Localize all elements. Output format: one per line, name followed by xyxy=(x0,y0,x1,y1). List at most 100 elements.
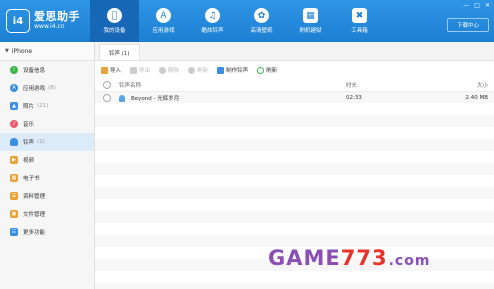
table-header: 铃声名称 时长 大小 xyxy=(95,79,494,92)
bell-icon xyxy=(10,138,18,146)
delete-icon xyxy=(159,66,167,74)
folder-icon: ▣ xyxy=(10,210,18,218)
sidebar-item-label: 文件管理 xyxy=(23,212,46,218)
sidebar-item-count: (1) xyxy=(37,139,45,145)
tool-label: 刷新 xyxy=(266,68,278,74)
sidebar-item-label: 资料管理 xyxy=(23,194,46,200)
logo-url: www.i4.cn xyxy=(34,23,65,30)
tool-label: 制作铃声 xyxy=(226,68,249,74)
sidebar-item-label: 电子书 xyxy=(23,176,40,182)
refresh-icon xyxy=(257,66,265,74)
sidebar-item-ebooks[interactable]: ▦ 电子书 xyxy=(0,169,94,187)
column-header-name[interactable]: 铃声名称 xyxy=(119,79,141,91)
row-checkbox[interactable] xyxy=(103,92,111,104)
sidebar-item-label: 视频 xyxy=(23,158,35,164)
tab-bar: 铃声 (1) xyxy=(95,42,494,61)
watermark-part3: .com xyxy=(388,253,431,269)
watermark: GAME 773 .com xyxy=(268,246,430,270)
box-icon: ▦ xyxy=(303,8,318,23)
wallpaper-icon: ✿ xyxy=(254,8,269,23)
nav-wallpapers[interactable]: ✿ 高清壁纸 xyxy=(237,0,286,42)
toolbar: 导入 导出 删除 刷新 制作铃声 刷新 xyxy=(95,61,494,80)
export-button[interactable]: 导出 xyxy=(130,66,150,74)
refresh-icon xyxy=(188,66,196,74)
nav-ringtones[interactable]: ♫ 酷炫铃声 xyxy=(188,0,237,42)
apple-icon:  xyxy=(107,8,122,23)
app-logo: i4 爱思助手 www.i4.cn xyxy=(6,9,80,33)
contacts-icon: ☰ xyxy=(10,192,18,200)
nav-label: 酷炫铃声 xyxy=(201,28,224,34)
sidebar-item-device-info[interactable]: i 设备信息 xyxy=(0,61,94,79)
sidebar-item-label: 更多功能 xyxy=(23,230,46,236)
sidebar-item-apps[interactable]: A 应用游戏 (8) xyxy=(0,79,94,97)
ringtone-duration: 02:33 xyxy=(346,95,362,101)
tool-label: 导入 xyxy=(110,68,122,74)
maximize-icon[interactable]: □ xyxy=(474,2,480,9)
nav-toolbox[interactable]: ✖ 工具箱 xyxy=(335,0,384,42)
apps-icon: A xyxy=(10,84,18,92)
column-header-duration[interactable]: 时长 xyxy=(346,79,357,91)
column-header-size[interactable]: 大小 xyxy=(477,79,488,91)
sidebar-item-label: 照片 xyxy=(23,104,35,110)
sidebar-item-label: 设备信息 xyxy=(23,68,46,74)
refresh-disabled-button[interactable]: 刷新 xyxy=(188,66,208,74)
logo-name: 爱思助手 xyxy=(34,10,80,23)
info-icon: i xyxy=(10,66,18,74)
window-controls: — □ ✕ xyxy=(463,2,490,9)
nav-label: 工具箱 xyxy=(351,28,368,34)
tool-label: 刷新 xyxy=(197,68,209,74)
music-icon: ♪ xyxy=(10,120,18,128)
nav-label: 刷机越狱 xyxy=(299,28,322,34)
nav-label: 我的设备 xyxy=(103,28,126,34)
select-all-checkbox[interactable] xyxy=(103,79,111,91)
bell-icon xyxy=(119,92,125,104)
sidebar-item-music[interactable]: ♪ 音乐 xyxy=(0,115,94,133)
sidebar-item-label: 铃声 xyxy=(23,140,35,146)
more-icon: ☷ xyxy=(10,228,18,236)
sidebar-item-videos[interactable]: ▶ 视频 xyxy=(0,151,94,169)
top-bar: i4 爱思助手 www.i4.cn  我的设备 A 应用游戏 ♫ 酷炫铃声 ✿… xyxy=(0,0,494,42)
import-button[interactable]: 导入 xyxy=(101,66,121,74)
sidebar-item-label: 音乐 xyxy=(23,122,35,128)
download-center-button[interactable]: 下载中心 xyxy=(447,18,489,32)
table-row[interactable]: Beyond - 光辉岁月 02:33 2.40 MB xyxy=(95,92,494,104)
sidebar-item-data-manager[interactable]: ☰ 资料管理 xyxy=(0,187,94,205)
appstore-icon: A xyxy=(156,8,171,23)
refresh-button[interactable]: 刷新 xyxy=(257,66,277,74)
video-icon: ▶ xyxy=(10,156,18,164)
bell-icon: ♫ xyxy=(205,8,220,23)
sidebar-item-count: (8) xyxy=(48,85,56,91)
nav-label: 高清壁纸 xyxy=(250,28,273,34)
watermark-part2: 773 xyxy=(340,246,388,270)
make-ringtone-button[interactable]: 制作铃声 xyxy=(217,66,248,74)
ringtone-name: Beyond - 光辉岁月 xyxy=(131,96,180,102)
tool-label: 删除 xyxy=(168,68,180,74)
book-icon: ▦ xyxy=(10,174,18,182)
caret-down-icon: ▼ xyxy=(5,48,9,54)
sidebar: ▼ iPhone i 设备信息 A 应用游戏 (8) ▲ 照片 (21) ♪ 音… xyxy=(0,42,95,289)
nav-apps-games[interactable]: A 应用游戏 xyxy=(139,0,188,42)
sidebar-item-photos[interactable]: ▲ 照片 (21) xyxy=(0,97,94,115)
sidebar-item-file-manager[interactable]: ▣ 文件管理 xyxy=(0,205,94,223)
tool-label: 导出 xyxy=(139,68,151,74)
sidebar-item-label: 应用游戏 xyxy=(23,86,46,92)
sidebar-item-ringtones[interactable]: 铃声 (1) xyxy=(0,133,94,151)
watermark-part1: GAME xyxy=(268,246,341,270)
export-icon xyxy=(130,66,138,74)
minimize-icon[interactable]: — xyxy=(463,2,469,9)
main-nav:  我的设备 A 应用游戏 ♫ 酷炫铃声 ✿ 高清壁纸 ▦ 刷机越狱 ✖ 工具箱 xyxy=(90,0,384,42)
sidebar-item-more[interactable]: ☷ 更多功能 xyxy=(0,223,94,241)
nav-flash-jailbreak[interactable]: ▦ 刷机越狱 xyxy=(286,0,335,42)
nav-label: 应用游戏 xyxy=(152,28,175,34)
music-note-icon xyxy=(217,66,225,74)
sidebar-item-count: (21) xyxy=(37,103,49,109)
logo-mark: i4 xyxy=(6,9,30,33)
tab-ringtones[interactable]: 铃声 (1) xyxy=(99,44,140,60)
photo-icon: ▲ xyxy=(10,102,18,110)
nav-my-device[interactable]:  我的设备 xyxy=(90,0,139,42)
device-header[interactable]: ▼ iPhone xyxy=(0,42,94,61)
device-name: iPhone xyxy=(11,47,33,55)
close-icon[interactable]: ✕ xyxy=(485,2,490,9)
delete-button[interactable]: 删除 xyxy=(159,66,179,74)
tools-icon: ✖ xyxy=(352,8,367,23)
